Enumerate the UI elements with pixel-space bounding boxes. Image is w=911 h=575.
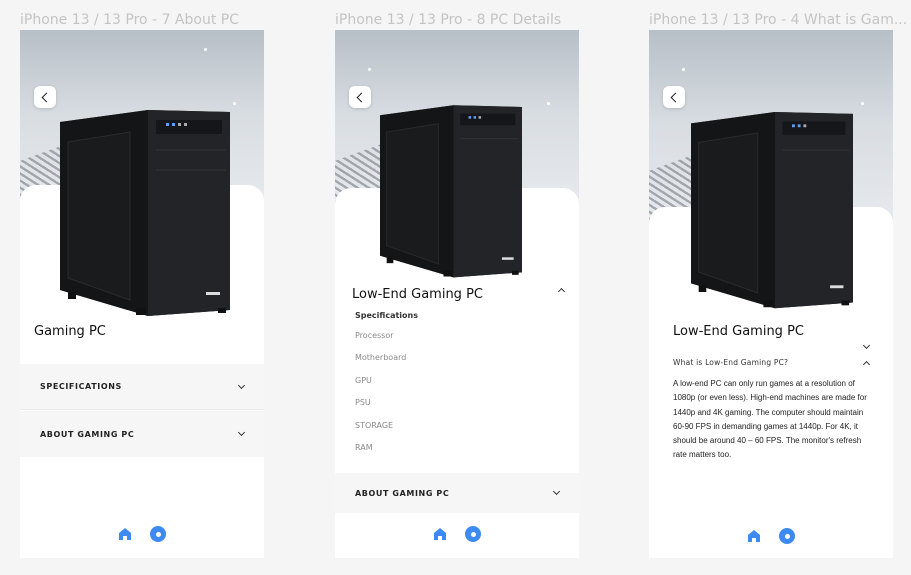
back-button[interactable] [663,86,685,108]
pc-tower-image [380,105,522,278]
home-icon[interactable] [747,529,761,543]
accordion-label: SPECIFICATIONS [40,382,122,391]
accordion-about-gaming-pc[interactable]: ABOUT GAMING PC [20,411,264,457]
home-icon[interactable] [433,527,447,541]
accordion-label: ABOUT GAMING PC [40,429,135,439]
spec-item: Processor [355,331,394,340]
screen-what-is-gaming-pc: Low-End Gaming PC What is Low-End Gaming… [649,30,893,558]
accordion-specifications[interactable]: SPECIFICATIONS [20,364,264,410]
product-title: Low-End Gaming PC [352,287,483,302]
chevron-down-icon [237,381,246,389]
product-title: Low-End Gaming PC [673,324,804,339]
circle-button-icon[interactable] [779,528,795,544]
back-arrow-icon [670,92,681,102]
frame-title: iPhone 13 / 13 Pro - 7 About PC [20,12,239,28]
pc-tower-image [691,112,853,309]
product-title: Gaming PC [34,324,106,339]
spec-item: STORAGE [355,421,394,430]
specs-heading: Specifications [355,311,418,320]
spec-item: RAM [355,443,373,452]
frame-title: iPhone 13 / 13 Pro - 4 What is Gam... [649,12,908,28]
pc-tower-image [60,110,230,316]
screen-about-pc: Gaming PC SPECIFICATIONS ABOUT GAMING PC [20,30,264,558]
chevron-down-icon [237,428,246,437]
faq-question: What is Low-End Gaming PC? [673,358,789,367]
back-button[interactable] [34,86,56,108]
bottom-nav [20,526,264,542]
back-arrow-icon [356,92,367,102]
spec-item: PSU [355,398,371,407]
circle-button-icon[interactable] [465,526,481,542]
chevron-down-icon [552,487,561,496]
back-arrow-icon [41,92,52,102]
accordion-about-gaming-pc[interactable]: ABOUT GAMING PC [335,473,579,513]
circle-button-icon[interactable] [150,526,166,542]
frame-title: iPhone 13 / 13 Pro - 8 PC Details [335,12,562,28]
spec-item: GPU [355,376,372,385]
bottom-nav [649,528,893,544]
spec-item: Motherboard [355,353,407,362]
faq-answer: A low-end PC can only run games at a res… [673,379,867,460]
home-icon[interactable] [118,527,132,541]
back-button[interactable] [349,86,371,108]
accordion-label: ABOUT GAMING PC [355,488,450,498]
screen-pc-details: Low-End Gaming PC Specifications Process… [335,30,579,558]
bottom-nav [335,526,579,542]
